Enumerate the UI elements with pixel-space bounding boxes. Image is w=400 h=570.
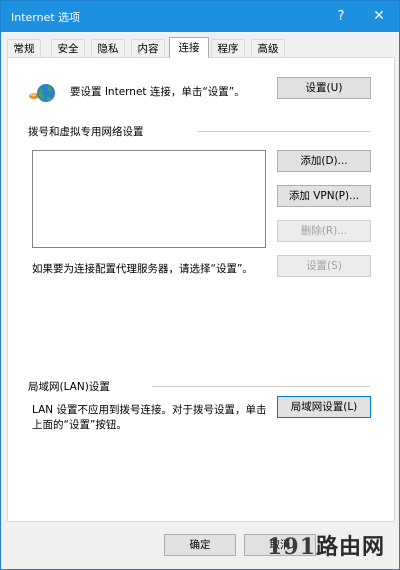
tab-programs[interactable]: 程序 xyxy=(211,39,245,58)
watermark-logo: 191路由网 xyxy=(267,529,385,561)
window-title: Internet 选项 xyxy=(11,11,81,24)
setup-text: 要设置 Internet 连接，单击“设置”。 xyxy=(70,86,245,98)
add-vpn-button[interactable]: 添加 VPN(P)... xyxy=(277,185,371,207)
internet-globe-icon xyxy=(29,84,55,102)
dialup-group-label: 拨号和虚拟专用网络设置 xyxy=(28,126,144,138)
tab-security[interactable]: 安全 xyxy=(51,39,85,58)
help-button[interactable]: ? xyxy=(323,1,359,32)
connections-listbox[interactable] xyxy=(32,150,266,248)
tab-advanced[interactable]: 高级 xyxy=(251,39,285,58)
delete-button[interactable]: 删除(R)... xyxy=(277,220,371,242)
lan-group-divider xyxy=(152,386,370,387)
lan-group-label: 局域网(LAN)设置 xyxy=(28,381,110,393)
watermark-text: 路由网 xyxy=(315,534,385,560)
tab-content[interactable]: 内容 xyxy=(131,39,165,58)
tab-connections[interactable]: 连接 xyxy=(169,37,209,58)
internet-options-dialog: Internet 选项 ? ✕ 常规 安全 隐私 内容 连接 程序 高级 要设置… xyxy=(0,0,400,570)
lan-text-line1: LAN 设置不应用到拨号连接。对于拨号设置，单击 xyxy=(32,404,267,416)
close-button[interactable]: ✕ xyxy=(361,1,397,32)
proxy-settings-button[interactable]: 设置(S) xyxy=(277,255,371,277)
setup-button[interactable]: 设置(U) xyxy=(277,77,371,99)
tab-privacy[interactable]: 隐私 xyxy=(91,39,125,58)
add-button[interactable]: 添加(D)... xyxy=(277,150,371,172)
tab-strip: 常规 安全 隐私 内容 连接 程序 高级 xyxy=(7,37,395,58)
connections-panel: 要设置 Internet 连接，单击“设置”。 设置(U) 拨号和虚拟专用网络设… xyxy=(7,57,395,522)
dialup-group-divider xyxy=(198,131,370,132)
ok-button[interactable]: 确定 xyxy=(164,534,236,556)
proxy-text: 如果要为连接配置代理服务器，请选择“设置”。 xyxy=(32,263,253,275)
lan-text-line2: 上面的“设置”按钮。 xyxy=(32,419,127,431)
lan-settings-button[interactable]: 局域网设置(L) xyxy=(277,396,371,418)
watermark-number: 191 xyxy=(267,534,316,560)
title-bar: Internet 选项 ? ✕ xyxy=(1,1,399,32)
tab-general[interactable]: 常规 xyxy=(7,39,41,58)
